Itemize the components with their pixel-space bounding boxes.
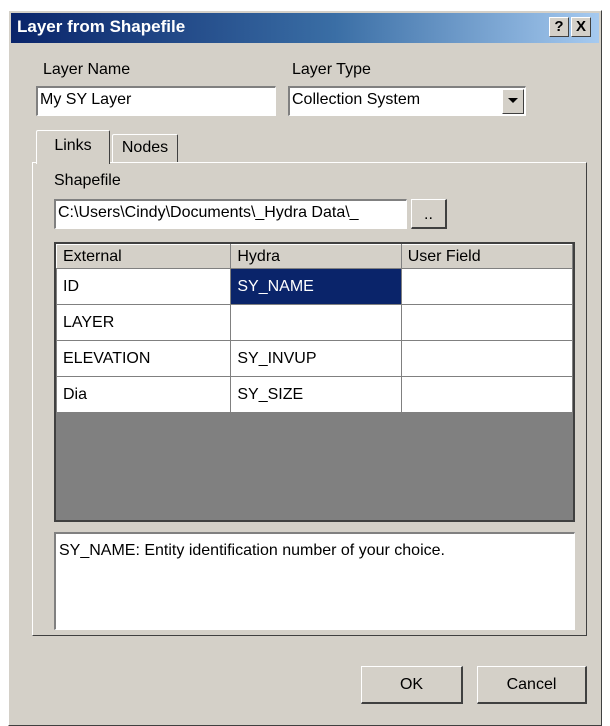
dialog-title: Layer from Shapefile [17, 17, 186, 36]
field-description-box: SY_NAME: Entity identification number of… [54, 532, 575, 630]
ok-button[interactable]: OK [361, 666, 463, 704]
cell-hydra[interactable]: SY_INVUP [230, 340, 402, 377]
layer-name-input[interactable]: My SY Layer [36, 86, 276, 116]
layer-type-label: Layer Type [292, 61, 371, 78]
chevron-down-icon[interactable] [502, 89, 524, 114]
cell-external[interactable]: Dia [55, 376, 232, 413]
cell-user-field[interactable] [400, 376, 574, 413]
cell-external[interactable]: ELEVATION [55, 340, 232, 377]
column-header-user-field[interactable]: User Field [400, 244, 574, 269]
cell-user-field[interactable] [400, 304, 574, 341]
layer-type-value: Collection System [292, 91, 421, 108]
cell-user-field[interactable] [400, 340, 574, 377]
cell-external[interactable]: LAYER [55, 304, 232, 341]
field-description-text: SY_NAME: Entity identification number of… [59, 542, 445, 559]
column-header-hydra[interactable]: Hydra [230, 244, 402, 269]
tab-nodes[interactable]: Nodes [112, 134, 178, 162]
tab-links-label: Links [54, 137, 92, 154]
cell-hydra-selected[interactable]: SY_NAME [230, 268, 402, 305]
close-button[interactable]: X [571, 17, 591, 37]
grid-header-row: External Hydra User Field [55, 244, 574, 269]
cell-external[interactable]: ID [55, 268, 232, 305]
layer-name-label: Layer Name [43, 61, 131, 78]
tab-nodes-label: Nodes [121, 139, 169, 156]
cell-hydra[interactable]: SY_SIZE [230, 376, 402, 413]
shapefile-input[interactable]: C:\Users\Cindy\Documents\_Hydra Data\_ [54, 199, 407, 229]
column-header-external[interactable]: External [55, 244, 232, 269]
field-mapping-grid[interactable]: External Hydra User Field ID SY_NAME LAY… [54, 242, 575, 522]
title-bar[interactable]: Layer from Shapefile ? X [11, 13, 599, 43]
table-row: LAYER [55, 304, 574, 341]
table-row: Dia SY_SIZE [55, 376, 574, 413]
help-button[interactable]: ? [549, 17, 569, 37]
shapefile-value: C:\Users\Cindy\Documents\_Hydra Data\_ [58, 204, 359, 221]
layer-name-value: My SY Layer [40, 91, 132, 108]
cancel-button[interactable]: Cancel [477, 666, 587, 704]
cell-user-field[interactable] [400, 268, 574, 305]
shapefile-label: Shapefile [54, 172, 121, 189]
field-mapping-table: External Hydra User Field ID SY_NAME LAY… [55, 244, 574, 413]
browse-button[interactable]: .. [411, 199, 447, 229]
cell-hydra[interactable] [230, 304, 402, 341]
table-row: ID SY_NAME [55, 268, 574, 305]
table-row: ELEVATION SY_INVUP [55, 340, 574, 377]
tab-links[interactable]: Links [36, 130, 110, 164]
layer-type-dropdown[interactable]: Collection System [288, 86, 526, 116]
